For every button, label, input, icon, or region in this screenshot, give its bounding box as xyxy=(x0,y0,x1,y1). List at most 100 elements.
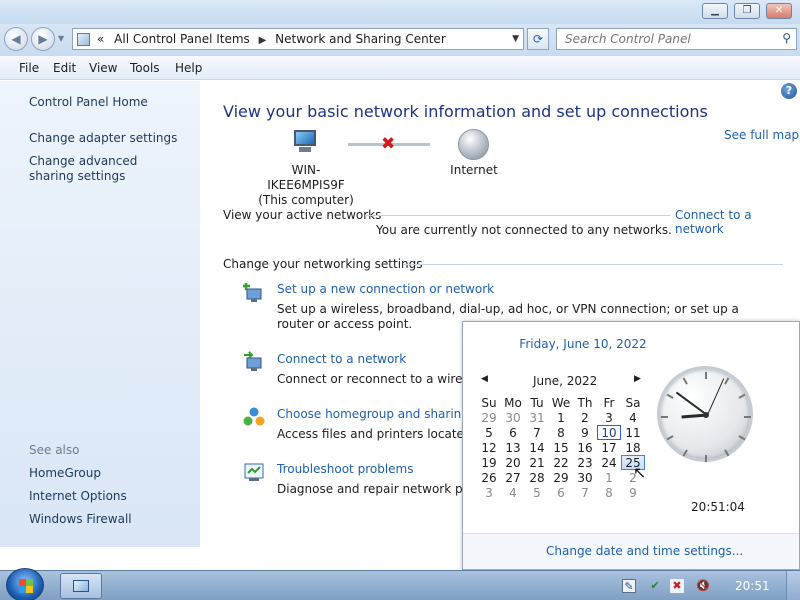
recent-pages-dropdown[interactable]: ▼ xyxy=(58,34,64,43)
taskbar-control-panel-button[interactable] xyxy=(60,573,102,599)
calendar-day[interactable]: 27 xyxy=(501,470,525,485)
control-panel-icon xyxy=(77,33,90,46)
calendar-day[interactable]: 6 xyxy=(501,425,525,440)
calendar-day[interactable]: 24 xyxy=(597,455,621,470)
calendar-day[interactable]: 16 xyxy=(573,440,597,455)
calendar-day[interactable]: 7 xyxy=(573,485,597,500)
breadcrumb-overflow[interactable]: « xyxy=(97,32,104,46)
calendar-day[interactable]: 10 xyxy=(597,425,621,440)
show-desktop-button[interactable] xyxy=(786,571,800,600)
troubleshoot-problems-link[interactable]: Troubleshoot problems xyxy=(277,462,413,476)
change-advanced-sharing-link[interactable]: Change advanced sharing settings xyxy=(29,154,179,184)
date-header-link[interactable]: Friday, June 10, 2022 xyxy=(463,337,703,351)
menu-help[interactable]: Help xyxy=(175,61,202,75)
setup-new-connection-link[interactable]: Set up a new connection or network xyxy=(277,282,494,296)
forward-button[interactable]: ▶ xyxy=(31,27,55,51)
calendar-day[interactable]: 30 xyxy=(501,410,525,425)
divider xyxy=(365,215,670,216)
calendar-day[interactable]: 4 xyxy=(621,410,645,425)
calendar-day[interactable]: 28 xyxy=(525,470,549,485)
calendar-day[interactable]: 31 xyxy=(525,410,549,425)
change-adapter-settings-link[interactable]: Change adapter settings xyxy=(29,131,177,146)
clock-tick xyxy=(666,393,674,399)
calendar-day[interactable]: 13 xyxy=(501,440,525,455)
see-full-map-link[interactable]: See full map xyxy=(724,128,799,142)
menu-file[interactable]: File xyxy=(19,61,39,75)
calendar-day[interactable]: 3 xyxy=(477,485,501,500)
calendar-day[interactable]: 12 xyxy=(477,440,501,455)
calendar-week: 5 6 7 8 9 10 11 xyxy=(477,425,645,440)
calendar-day[interactable]: 8 xyxy=(549,425,573,440)
calendar-day[interactable]: 26 xyxy=(477,470,501,485)
calendar-day[interactable]: 1 xyxy=(597,470,621,485)
calendar-day[interactable]: 17 xyxy=(597,440,621,455)
calendar-day[interactable]: 1 xyxy=(549,410,573,425)
calendar-day[interactable]: 5 xyxy=(525,485,549,500)
clock-tick xyxy=(666,435,674,441)
flag-check-icon[interactable]: ✔ xyxy=(648,579,662,593)
page-title: View your basic network information and … xyxy=(223,102,708,121)
back-button[interactable]: ◀ xyxy=(4,27,28,51)
change-date-time-settings-link[interactable]: Change date and time settings... xyxy=(546,544,743,558)
search-box[interactable]: ⚲ xyxy=(556,28,797,50)
calendar-day[interactable]: 11 xyxy=(621,425,645,440)
search-icon[interactable]: ⚲ xyxy=(782,31,791,45)
internet-options-link[interactable]: Internet Options xyxy=(29,489,127,504)
calendar-day[interactable]: 22 xyxy=(549,455,573,470)
calendar-day[interactable]: 2 xyxy=(573,410,597,425)
calendar-day[interactable]: 5 xyxy=(477,425,501,440)
troubleshoot-icon xyxy=(244,463,264,481)
calendar-day[interactable]: 3 xyxy=(597,410,621,425)
calendar-day[interactable]: 18 xyxy=(621,440,645,455)
action-center-icon[interactable]: ✎ xyxy=(622,579,636,593)
next-month-icon[interactable]: ▶ xyxy=(634,374,641,384)
crumb-separator-icon[interactable]: ▶ xyxy=(259,35,267,46)
calendar-day[interactable]: 21 xyxy=(525,455,549,470)
crumb-all-control-panel-items[interactable]: All Control Panel Items xyxy=(114,32,250,46)
month-label[interactable]: June, 2022 xyxy=(533,374,597,388)
clock-tick xyxy=(682,377,688,385)
calendar-day[interactable]: 4 xyxy=(501,485,525,500)
calendar-day[interactable]: 29 xyxy=(549,470,573,485)
clock-tick xyxy=(705,372,707,379)
connect-to-network-link[interactable]: Connect to a network xyxy=(675,208,800,236)
choose-homegroup-link[interactable]: Choose homegroup and sharing op xyxy=(277,407,488,421)
homegroup-link[interactable]: HomeGroup xyxy=(29,466,101,481)
calendar-day[interactable]: 6 xyxy=(549,485,573,500)
menu-edit[interactable]: Edit xyxy=(53,61,76,75)
calendar-day[interactable]: 9 xyxy=(573,425,597,440)
weekday-header: Su xyxy=(481,395,497,410)
menu-tools[interactable]: Tools xyxy=(130,61,160,75)
control-panel-home-link[interactable]: Control Panel Home xyxy=(29,95,148,110)
clock-tick xyxy=(661,416,668,418)
calendar-day[interactable]: 15 xyxy=(549,440,573,455)
help-icon[interactable]: ? xyxy=(781,83,797,99)
calendar-day[interactable]: 14 xyxy=(525,440,549,455)
refresh-button[interactable]: ⟳ xyxy=(527,28,549,50)
calendar-day[interactable]: 19 xyxy=(477,455,501,470)
calendar-day[interactable]: 20 xyxy=(501,455,525,470)
windows-firewall-link[interactable]: Windows Firewall xyxy=(29,512,132,527)
speaker-muted-icon[interactable]: 🔇 xyxy=(696,579,710,593)
network-disconnected-icon[interactable]: ✖ xyxy=(670,579,684,593)
previous-month-icon[interactable]: ◀ xyxy=(481,374,488,384)
weekday-header: Th xyxy=(577,395,593,410)
calendar-day[interactable]: 8 xyxy=(597,485,621,500)
minimize-button[interactable]: ▁ xyxy=(702,3,728,19)
search-input[interactable] xyxy=(565,30,775,48)
crumb-network-and-sharing-center[interactable]: Network and Sharing Center xyxy=(275,32,446,46)
taskbar-clock[interactable]: 20:51 xyxy=(735,579,770,593)
calendar-day[interactable]: 9 xyxy=(621,485,645,500)
calendar-day[interactable]: 23 xyxy=(573,455,597,470)
address-dropdown-icon[interactable]: ▼ xyxy=(512,34,519,44)
divider xyxy=(403,264,783,265)
start-button[interactable] xyxy=(6,568,44,600)
maximize-button[interactable]: ❐ xyxy=(734,3,760,19)
calendar-day[interactable]: 30 xyxy=(573,470,597,485)
calendar-day[interactable]: 7 xyxy=(525,425,549,440)
calendar-day[interactable]: 29 xyxy=(477,410,501,425)
connect-to-network-task-link[interactable]: Connect to a network xyxy=(277,352,406,366)
menu-view[interactable]: View xyxy=(89,61,117,75)
address-bar[interactable]: « All Control Panel Items ▶ Network and … xyxy=(72,28,524,50)
close-button[interactable]: ✕ xyxy=(766,3,792,19)
